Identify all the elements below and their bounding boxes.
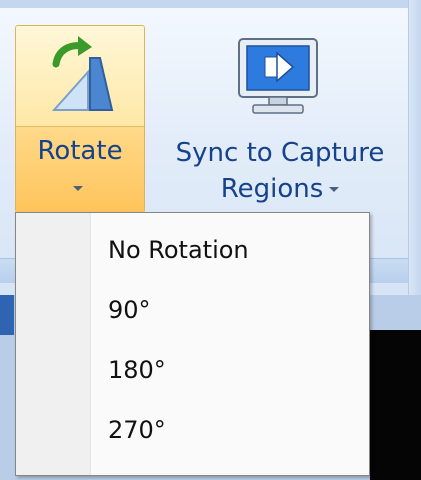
- menu-item-label: No Rotation: [108, 236, 249, 264]
- monitor-sync-icon: [238, 38, 318, 114]
- rotate-button-label: Rotate: [37, 136, 123, 166]
- sync-button-label: Sync to Capture Regions: [160, 135, 400, 207]
- capture-preview-area: [370, 330, 421, 480]
- menu-item-label: 270°: [108, 416, 166, 444]
- menu-item-90[interactable]: 90°: [17, 283, 368, 339]
- sync-to-capture-regions-button[interactable]: Sync to Capture Regions: [160, 25, 400, 213]
- chevron-down-icon: [73, 186, 83, 191]
- menu-item-180[interactable]: 180°: [17, 343, 368, 399]
- rotate-button-dropdown[interactable]: Rotate: [16, 127, 144, 212]
- menu-item-label: 90°: [108, 296, 151, 324]
- rotate-button-main[interactable]: [16, 26, 144, 127]
- sync-button-label-line2: Regions: [160, 171, 400, 207]
- menu-item-270[interactable]: 270°: [17, 403, 368, 459]
- rotate-button[interactable]: Rotate: [15, 25, 145, 213]
- rotate-dropdown-menu: No Rotation 90° 180° 270°: [15, 212, 370, 476]
- sync-button-label-line1: Sync to Capture: [175, 138, 385, 168]
- chevron-down-icon: [329, 187, 340, 192]
- menu-item-no-rotation[interactable]: No Rotation: [17, 223, 368, 279]
- rotate-icon: [51, 36, 114, 111]
- workspace-blue-strip: [0, 295, 14, 335]
- menu-item-label: 180°: [108, 356, 166, 384]
- sync-button-label-line2-text: Regions: [220, 174, 324, 204]
- ribbon-edge: [408, 0, 421, 295]
